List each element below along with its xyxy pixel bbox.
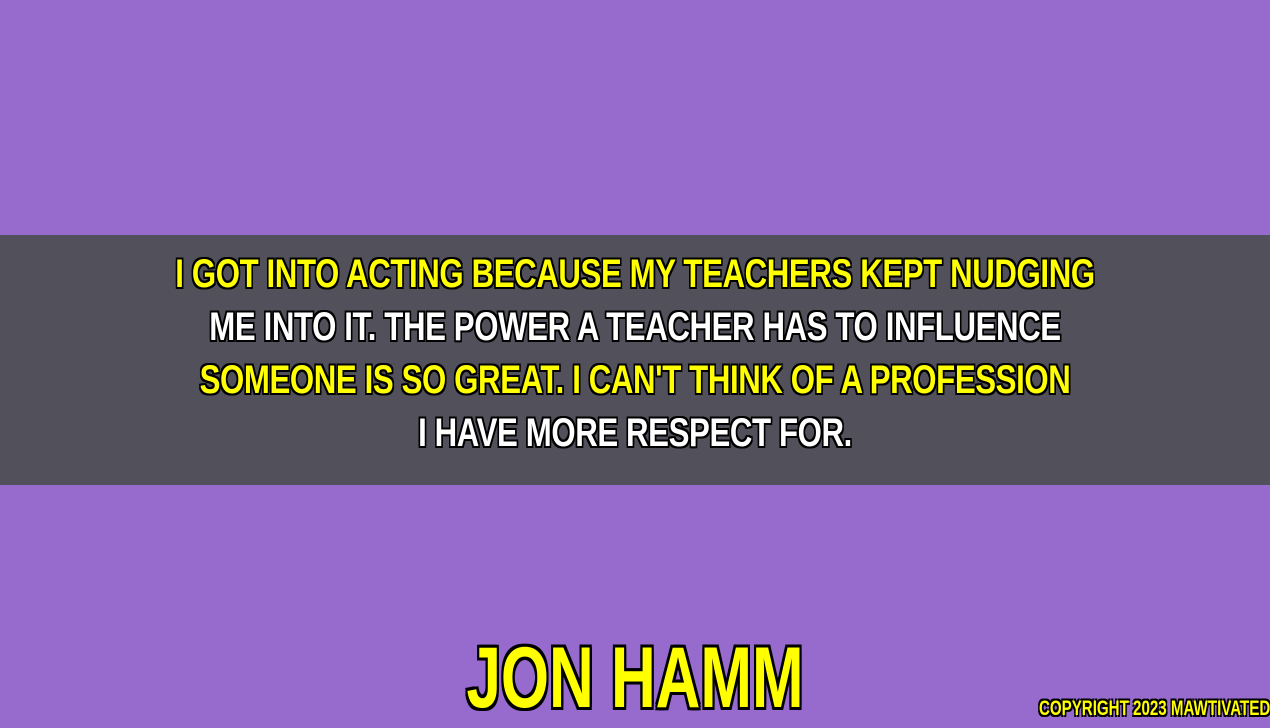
quote-author: JON HAMM [466,630,804,726]
copyright-notice: COPYRIGHT 2023 MAWTIVATED [1038,697,1270,720]
quote-line: ME INTO IT. THE POWER A TEACHER HAS TO I… [209,305,1061,349]
quote-text: I GOT INTO ACTING BECAUSE MY TEACHERS KE… [0,248,1270,460]
quote-line: I GOT INTO ACTING BECAUSE MY TEACHERS KE… [175,252,1095,296]
quote-line: I HAVE MORE RESPECT FOR. [418,411,852,455]
quote-line: SOMEONE IS SO GREAT. I CAN'T THINK OF A … [199,358,1071,402]
